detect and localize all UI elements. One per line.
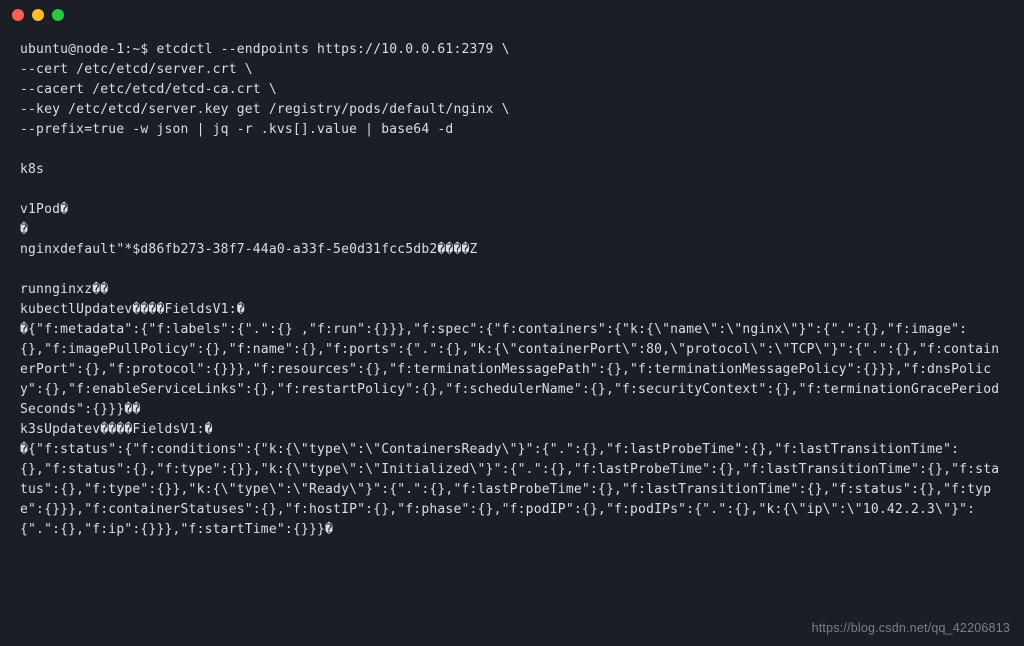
terminal-content[interactable]: ubuntu@node-1:~$ etcdctl --endpoints htt… [0,30,1024,560]
maximize-icon[interactable] [52,9,64,21]
minimize-icon[interactable] [32,9,44,21]
output-text: k8s v1Pod� � nginxdefault"*$d86fb273-38f… [20,162,999,537]
terminal-window: ubuntu@node-1:~$ etcdctl --endpoints htt… [0,0,1024,646]
titlebar [0,0,1024,30]
close-icon[interactable] [12,9,24,21]
watermark: https://blog.csdn.net/qq_42206813 [812,619,1010,638]
shell-prompt: ubuntu@node-1:~$ [20,42,156,57]
